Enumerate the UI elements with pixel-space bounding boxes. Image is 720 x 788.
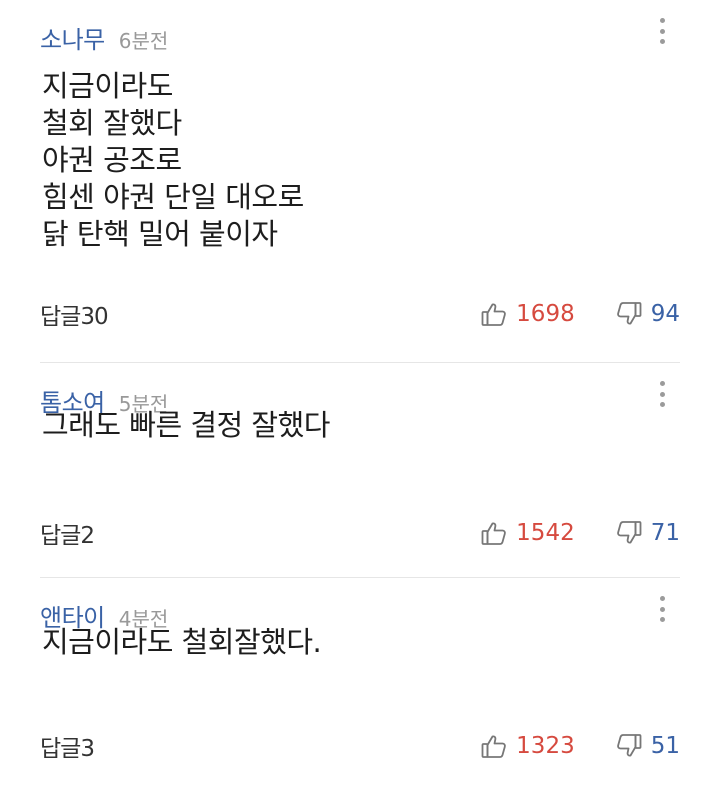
dislike-button[interactable]: 71 (615, 519, 680, 547)
comment-body: 지금이라도 철회 잘했다 야권 공조로 힘센 야권 단일 대오로 닭 탄핵 밀어… (42, 68, 304, 253)
comment-line: 그래도 빠른 결정 잘했다 (42, 408, 330, 442)
like-button[interactable]: 1542 (480, 519, 575, 547)
reply-button[interactable]: 답글30 (40, 297, 109, 331)
thumbs-up-icon (481, 735, 506, 758)
like-count: 1542 (516, 520, 575, 546)
thumbs-down-icon (616, 734, 642, 757)
comment-line: 야권 공조로 (42, 143, 182, 177)
more-options-icon[interactable] (658, 596, 666, 622)
comment-footer: 답글3 1323 51 (40, 728, 680, 764)
like-button[interactable]: 1698 (480, 300, 575, 328)
comment-item: 소나무 6분전 지금이라도 철회 잘했다 야권 공조로 힘센 야권 단일 대오로… (40, 0, 680, 363)
comment-body: 그래도 빠른 결정 잘했다 (42, 407, 330, 444)
comment-line: 닭 탄핵 밀어 붙이자 (42, 217, 278, 251)
comment-line: 철회 잘했다 (42, 106, 182, 140)
comment-line: 힘센 야권 단일 대오로 (42, 180, 304, 214)
comment-line: 지금이라도 철회잘했다. (42, 625, 322, 659)
thumbs-down-icon (616, 302, 642, 325)
vote-group: 1323 51 (480, 728, 680, 764)
like-count: 1323 (516, 733, 575, 759)
reply-button[interactable]: 답글2 (40, 516, 95, 550)
thumbs-up-icon (481, 303, 506, 326)
dislike-button[interactable]: 51 (615, 732, 680, 760)
dislike-count: 94 (650, 301, 680, 327)
dislike-button[interactable]: 94 (615, 300, 680, 328)
comment-time: 6분전 (118, 29, 169, 53)
more-options-icon[interactable] (658, 381, 666, 407)
comment-footer: 답글30 1698 94 (40, 296, 680, 332)
thumbs-up-icon (481, 522, 506, 545)
comment-item: 톰소여 5분전 그래도 빠른 결정 잘했다 답글2 1542 71 (40, 363, 680, 578)
comment-line: 지금이라도 (42, 69, 173, 103)
like-button[interactable]: 1323 (480, 732, 575, 760)
thumbs-down-icon (616, 521, 642, 544)
comment-item: 앤타이 4분전 지금이라도 철회잘했다. 답글3 1323 51 (40, 578, 680, 788)
reply-button[interactable]: 답글3 (40, 729, 95, 763)
vote-group: 1542 71 (480, 515, 680, 551)
comment-author[interactable]: 소나무 (40, 20, 105, 55)
vote-group: 1698 94 (480, 296, 680, 332)
comment-header: 소나무 6분전 (40, 20, 168, 55)
more-options-icon[interactable] (658, 18, 666, 44)
dislike-count: 51 (650, 733, 680, 759)
comment-body: 지금이라도 철회잘했다. (42, 624, 322, 661)
dislike-count: 71 (650, 520, 680, 546)
comment-footer: 답글2 1542 71 (40, 515, 680, 551)
like-count: 1698 (516, 301, 575, 327)
